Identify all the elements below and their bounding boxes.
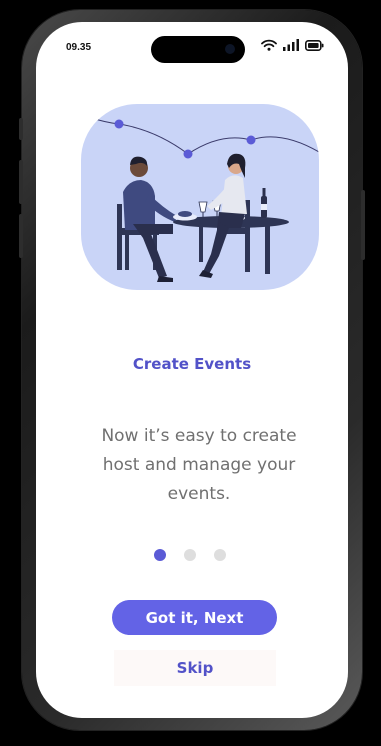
action-button: [19, 118, 23, 140]
status-icons: [261, 39, 324, 51]
phone-screen: 09.35 Create Events Now it’s easy to cre…: [36, 22, 348, 718]
device-frame: 09.35 Create Events Now it’s easy to cre…: [0, 0, 381, 746]
skip-button[interactable]: Skip: [114, 650, 276, 686]
dinner-event-illustration: [81, 104, 319, 290]
cellular-signal-icon: [283, 39, 299, 51]
page-dot-1[interactable]: [154, 549, 166, 561]
page-dot-2[interactable]: [184, 549, 196, 561]
power-button: [361, 190, 365, 260]
status-time: 09.35: [66, 42, 92, 53]
page-indicator: [154, 549, 226, 561]
onboarding-description: Now it’s easy to create host and manage …: [101, 426, 297, 504]
next-button[interactable]: Got it, Next: [112, 600, 277, 635]
volume-down-button: [19, 214, 23, 258]
onboarding-title: Create Events: [132, 355, 252, 373]
battery-icon: [305, 39, 324, 51]
dynamic-island: [151, 36, 245, 63]
volume-up-button: [19, 160, 23, 204]
wifi-icon: [261, 39, 277, 51]
page-dot-3[interactable]: [214, 549, 226, 561]
front-camera-icon: [225, 44, 235, 54]
